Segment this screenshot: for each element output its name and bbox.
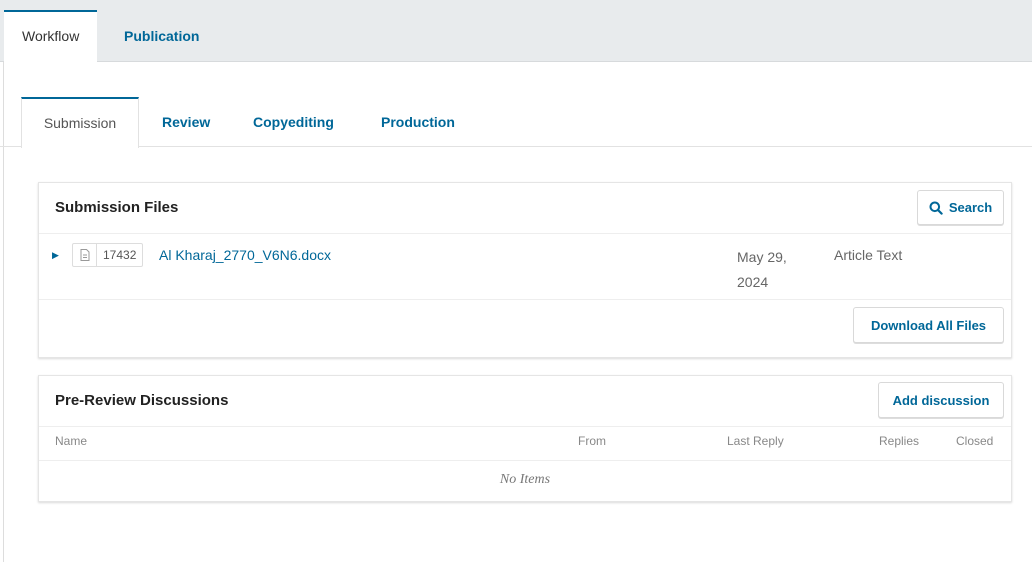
divider (39, 233, 1011, 234)
tab-copyediting[interactable]: Copyediting (253, 97, 334, 147)
workflow-stage-tabs: Submission Review Copyediting Production (0, 97, 1032, 148)
add-discussion-label: Add discussion (892, 392, 990, 408)
tab-submission[interactable]: Submission (21, 97, 139, 148)
download-all-files-button[interactable]: Download All Files (853, 307, 1004, 343)
search-icon (929, 201, 943, 215)
tab-review[interactable]: Review (162, 97, 210, 147)
file-type: Article Text (834, 247, 903, 263)
column-header-last-reply: Last Reply (727, 434, 784, 448)
pre-review-discussions-panel: Pre-Review Discussions Add discussion Na… (38, 375, 1012, 502)
tab-workflow[interactable]: Workflow (4, 10, 98, 63)
empty-state-text: No Items (499, 472, 551, 487)
divider (39, 460, 1011, 461)
submission-files-title: Submission Files (55, 199, 179, 216)
column-header-closed: Closed (956, 434, 994, 448)
column-header-replies: Replies (879, 434, 920, 448)
top-tab-bar: Workflow Publication (0, 0, 1032, 63)
search-button-label: Search (948, 200, 993, 215)
file-id-badge: 17432 (72, 243, 144, 267)
divider (39, 299, 1011, 300)
document-icon (73, 244, 97, 266)
column-header-from: From (578, 434, 606, 448)
file-date-line1: May 29, (737, 249, 787, 265)
divider (39, 426, 1011, 427)
column-header-name: Name (55, 434, 88, 448)
file-row: ▶ 17432 Al Kharaj_2770_V6N6.docx May 29,… (39, 235, 1011, 301)
file-id: 17432 (103, 248, 137, 262)
file-date: May 29, 2024 (737, 245, 807, 295)
file-name-link[interactable]: Al Kharaj_2770_V6N6.docx (159, 247, 331, 263)
add-discussion-button[interactable]: Add discussion (878, 382, 1004, 418)
expand-row-icon[interactable]: ▶ (52, 250, 59, 261)
tab-publication[interactable]: Publication (106, 10, 217, 63)
file-date-line2: 2024 (737, 274, 769, 290)
tab-production[interactable]: Production (381, 97, 455, 147)
pre-review-discussions-title: Pre-Review Discussions (55, 392, 229, 409)
download-all-files-label: Download All Files (870, 317, 987, 333)
submission-files-panel: Submission Files Search ▶ 17432 Al Khara… (38, 182, 1012, 358)
search-button[interactable]: Search (917, 190, 1004, 225)
